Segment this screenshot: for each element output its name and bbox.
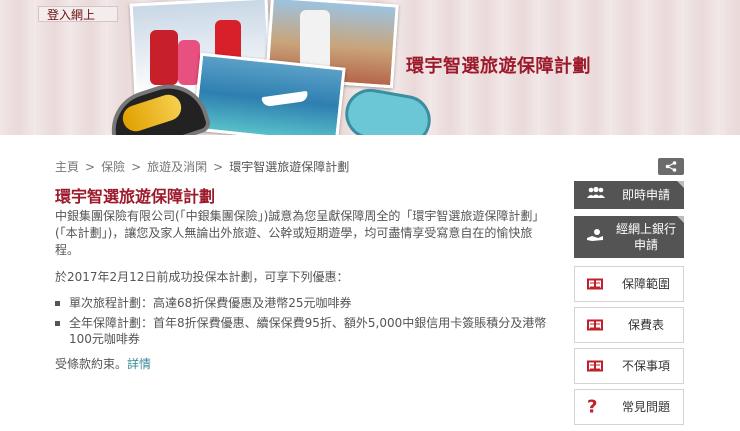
- book-icon: [587, 319, 603, 331]
- apply-now-label: 即時申請: [621, 188, 670, 202]
- breadcrumb-separator: >: [213, 160, 224, 174]
- offer-text: 單次旅程計劃：高達68折保費優惠及港幣25元咖啡券: [69, 296, 352, 310]
- apply-now-button[interactable]: 即時申請: [574, 181, 684, 209]
- terms-text: 受條款約束。: [55, 357, 128, 371]
- breadcrumb-separator: >: [85, 160, 96, 174]
- breadcrumb-current: 環宇智選旅遊保障計劃: [229, 160, 350, 174]
- banner-title: 環宇智選旅遊保障計劃: [406, 56, 591, 77]
- breadcrumb-separator: >: [131, 160, 142, 174]
- exclusions-label: 不保事項: [621, 359, 670, 373]
- cruise-photo: [192, 52, 346, 135]
- offer-list: 單次旅程計劃：高達68折保費優惠及港幣25元咖啡券 全年保障計劃：首年8折保費優…: [55, 295, 555, 351]
- faq-label: 常見問題: [621, 400, 670, 414]
- login-tab[interactable]: 登入網上: [38, 6, 118, 22]
- online-banking-apply-label: 經網上銀行申請: [615, 222, 676, 252]
- online-banking-apply-button[interactable]: 經網上銀行申請: [574, 216, 684, 258]
- question-mark-icon: ?: [587, 396, 598, 418]
- people-icon: [586, 186, 606, 203]
- breadcrumb-insurance[interactable]: 保險: [101, 160, 125, 174]
- premium-table-label: 保費表: [627, 318, 664, 332]
- skier-figure: [150, 30, 178, 85]
- details-link[interactable]: 詳情: [127, 357, 151, 371]
- page-title: 環宇智選旅遊保障計劃: [55, 187, 216, 206]
- offer-heading: 於2017年2月12日前成功投保本計劃，可享下列優惠：: [55, 270, 349, 284]
- terms-line: 受條款約束。詳情: [55, 355, 151, 372]
- premium-table-button[interactable]: 保費表: [574, 307, 684, 343]
- faq-button[interactable]: ? 常見問題: [574, 389, 684, 425]
- book-icon: [587, 360, 603, 372]
- hiker-figure: [300, 10, 330, 70]
- intro-paragraph: 中銀集團保險有限公司(「中銀集團保險」)誠意為您呈獻保障周全的「環宇智選旅遊保障…: [55, 209, 545, 257]
- coverage-label: 保障範圍: [621, 277, 670, 291]
- bullet-icon: [55, 321, 60, 326]
- breadcrumb-travel-leisure[interactable]: 旅遊及消閑: [147, 160, 207, 174]
- breadcrumb-home[interactable]: 主頁: [55, 160, 79, 174]
- share-icon: [665, 161, 677, 172]
- list-item: 全年保障計劃：首年8折保費優惠、續保保費95折、額外5,000中銀信用卡簽賬積分…: [55, 315, 555, 347]
- breadcrumb: 主頁 > 保險 > 旅遊及消閑 > 環宇智選旅遊保障計劃: [55, 158, 349, 175]
- coverage-button[interactable]: 保障範圍: [574, 266, 684, 302]
- hand-coin-icon: [586, 228, 604, 246]
- share-button[interactable]: [658, 158, 684, 175]
- book-icon: [587, 278, 603, 290]
- hero-banner: 登入網上 環宇智選旅遊保障計劃: [0, 0, 740, 135]
- offer-text: 全年保障計劃：首年8折保費優惠、續保保費95折、額外5,000中銀信用卡簽賬積分…: [69, 316, 547, 346]
- bullet-icon: [55, 301, 60, 306]
- list-item: 單次旅程計劃：高達68折保費優惠及港幣25元咖啡券: [55, 295, 555, 311]
- exclusions-button[interactable]: 不保事項: [574, 348, 684, 384]
